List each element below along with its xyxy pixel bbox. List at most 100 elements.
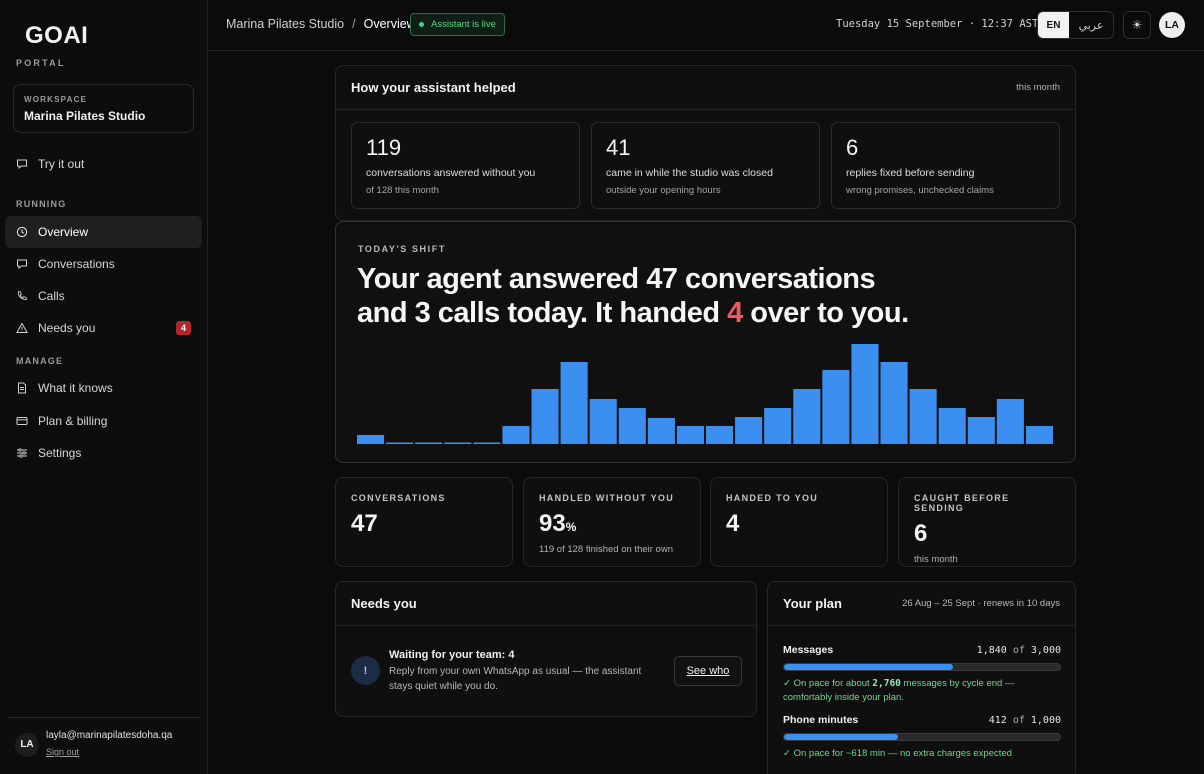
- sign-out-link[interactable]: Sign out: [46, 747, 79, 757]
- chart-bar: [822, 370, 850, 444]
- plan-card: Your plan 26 Aug – 25 Sept · renews in 1…: [767, 581, 1076, 774]
- billing-period: 26 Aug – 25 Sept · renews in 10 days: [902, 598, 1060, 609]
- sidebar-item-label: Conversations: [38, 257, 115, 271]
- sidebar-item-try-it-out[interactable]: Try it out: [5, 148, 202, 180]
- status-text: Assistant is live: [431, 19, 496, 30]
- metric-label: CAUGHT BEFORE SENDING: [914, 493, 1010, 513]
- card-title: Your plan: [783, 596, 842, 611]
- breadcrumb-separator: /: [352, 17, 356, 31]
- sidebar-item-overview[interactable]: Overview: [5, 216, 202, 248]
- usage-total: 3,000: [1030, 644, 1061, 656]
- metric-label: HANDED TO YOU: [726, 493, 819, 503]
- portal-label: PORTAL: [16, 58, 66, 68]
- metric-label: CONVERSATIONS: [351, 493, 446, 503]
- note-number: 2,760: [872, 678, 901, 689]
- assistant-status-badge: Assistant is live: [410, 13, 505, 36]
- sidebar: GOAI PORTAL WORKSPACE Marina Pilates Stu…: [0, 0, 208, 774]
- logo[interactable]: GOAI: [25, 22, 88, 50]
- chart-bar: [502, 426, 530, 444]
- sliders-icon: [16, 447, 28, 459]
- warning-icon: [16, 322, 28, 334]
- card-title: How your assistant helped: [351, 80, 516, 95]
- usage-of: of: [1006, 714, 1031, 726]
- user-email: layla@marinapilatesdoha.qa: [46, 730, 173, 741]
- chart-bar: [706, 426, 734, 444]
- usage-progress-bar: [783, 663, 1061, 671]
- sidebar-item-label: Overview: [38, 225, 89, 239]
- sidebar-item-plan-billing[interactable]: Plan & billing: [5, 405, 202, 437]
- workspace-switcher[interactable]: WORKSPACE Marina Pilates Studio: [13, 84, 194, 133]
- header-avatar[interactable]: LA: [1159, 12, 1185, 38]
- card-title: Needs you: [351, 596, 417, 611]
- breadcrumb: Marina Pilates Studio / Overview: [226, 17, 416, 31]
- sidebar-item-conversations[interactable]: Conversations: [5, 248, 202, 280]
- sidebar-item-needs-you[interactable]: Needs you 4: [5, 312, 202, 344]
- theme-toggle-button[interactable]: ☀: [1123, 11, 1151, 39]
- live-dot-icon: [419, 22, 424, 27]
- user-avatar: LA: [15, 733, 39, 757]
- chart-bar: [386, 442, 414, 444]
- headline-text: over to you.: [742, 297, 909, 329]
- lang-en-button[interactable]: EN: [1038, 12, 1069, 38]
- see-who-button[interactable]: See who: [674, 656, 742, 686]
- usage-name: Messages: [783, 644, 834, 656]
- hourly-activity-chart: [357, 344, 1053, 444]
- sidebar-item-label: Calls: [38, 289, 65, 303]
- metric-handed-to-you: HANDED TO YOU 4: [710, 477, 888, 567]
- metric-caught-before-sending: CAUGHT BEFORE SENDING 6 this month: [898, 477, 1076, 567]
- sidebar-item-what-it-knows[interactable]: What it knows: [5, 372, 202, 404]
- usage-amount: 1,840 of 3,000: [977, 645, 1061, 656]
- workspace-name: Marina Pilates Studio: [24, 109, 146, 123]
- sidebar-item-settings[interactable]: Settings: [5, 437, 202, 469]
- top-bar: Marina Pilates Studio / Overview Assista…: [208, 0, 1204, 51]
- needs-you-count-badge: 4: [176, 321, 191, 335]
- sidebar-item-calls[interactable]: Calls: [5, 280, 202, 312]
- usage-note: ✓ On pace for ~618 min — no extra charge…: [783, 747, 1061, 761]
- stat-after-hours: 41 came in while the studio was closed o…: [591, 122, 820, 209]
- metric-number: 93: [539, 510, 566, 537]
- stat-subtext: wrong promises, unchecked claims: [846, 185, 994, 196]
- stat-number: 6: [846, 135, 859, 160]
- usage-progress-bar: [783, 733, 1061, 741]
- usage-total: 1,000: [1030, 714, 1061, 726]
- chart-bar: [357, 435, 385, 444]
- chart-bar: [560, 362, 588, 444]
- period-label: this month: [1016, 82, 1060, 93]
- needs-item-body: Reply from your own WhatsApp as usual — …: [389, 666, 642, 692]
- clock-icon: [16, 226, 28, 238]
- chart-bar: [531, 389, 559, 444]
- date-time: Tuesday 15 September · 12:37 AST: [836, 18, 1039, 30]
- metric-suffix: %: [565, 520, 577, 534]
- todays-shift-card: TODAY'S SHIFT Your agent answered 47 con…: [335, 221, 1076, 463]
- sun-icon: ☀: [1131, 18, 1143, 32]
- metric-value: 93%: [539, 510, 685, 538]
- lang-ar-button[interactable]: عربي: [1069, 12, 1113, 38]
- metric-conversations: CONVERSATIONS 47: [335, 477, 513, 567]
- breadcrumb-current: Overview: [363, 17, 416, 31]
- metric-subtext: 119 of 128 finished on their own: [539, 544, 673, 555]
- chart-bar: [415, 442, 443, 444]
- stat-text: conversations answered without you: [366, 167, 536, 179]
- sidebar-item-label: Settings: [38, 446, 82, 460]
- chart-bar: [851, 344, 879, 444]
- usage-amount: 412 of 1,000: [989, 715, 1061, 726]
- chart-bar: [735, 417, 763, 444]
- sidebar-divider: [8, 717, 200, 718]
- metric-number: 4: [726, 510, 740, 537]
- metric-value: 47: [351, 510, 497, 538]
- headline-line-2: and 3 calls today. It handed 4 over to y…: [357, 296, 909, 330]
- needs-item-title: Waiting for your team: 4: [389, 649, 515, 661]
- chart-bar: [909, 389, 937, 444]
- sidebar-item-label: Plan & billing: [38, 414, 108, 428]
- chart-bar: [589, 399, 617, 444]
- usage-phone-minutes: Phone minutes 412 of 1,000 ✓ On pace for…: [783, 714, 1061, 761]
- stat-answered: 119 conversations answered without you o…: [351, 122, 580, 209]
- chat-icon: [16, 258, 28, 270]
- usage-used: 1,840: [976, 644, 1007, 656]
- usage-progress-fill: [784, 734, 898, 740]
- breadcrumb-root[interactable]: Marina Pilates Studio: [226, 17, 344, 31]
- sidebar-item-label: Needs you: [38, 321, 96, 335]
- stat-fixed-replies: 6 replies fixed before sending wrong pro…: [831, 122, 1060, 209]
- stat-number: 119: [366, 135, 402, 160]
- document-icon: [16, 382, 28, 394]
